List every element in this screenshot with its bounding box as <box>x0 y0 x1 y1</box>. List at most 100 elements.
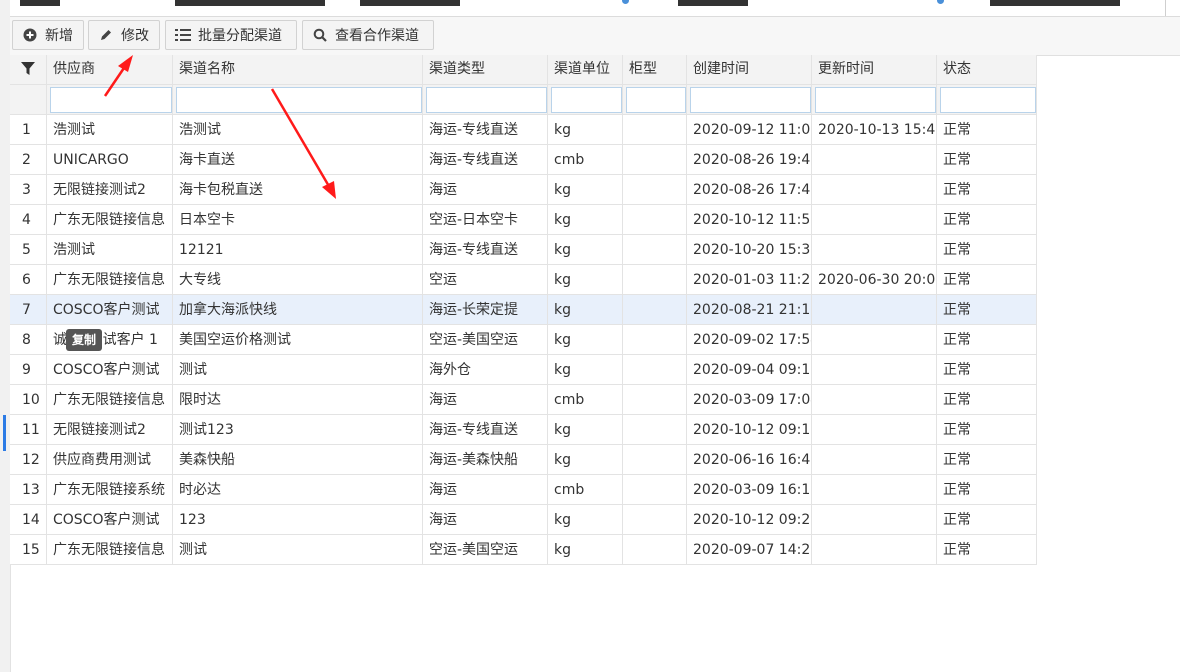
cell-channel-name[interactable]: 时必达 <box>173 475 423 505</box>
filter-toggle-cell[interactable] <box>10 55 47 85</box>
cell-channel-name[interactable]: 海卡包税直送 <box>173 175 423 205</box>
cell-status[interactable]: 正常 <box>937 235 1037 265</box>
table-row[interactable]: 13 广东无限链接系统 时必达 海运 cmb 2020-03-09 16:19 正常 <box>10 475 1038 505</box>
cell-container-type[interactable] <box>623 325 687 355</box>
cell-channel-name[interactable]: 测试 <box>173 535 423 565</box>
cell-status[interactable]: 正常 <box>937 145 1037 175</box>
cell-channel-name[interactable]: 海卡直送 <box>173 145 423 175</box>
cell-channel-unit[interactable]: cmb <box>548 385 623 415</box>
cell-channel-type[interactable]: 空运 <box>423 265 548 295</box>
filter-input-updated-time[interactable] <box>815 87 936 113</box>
cell-channel-name[interactable]: 测试 <box>173 355 423 385</box>
filter-input-created-time[interactable] <box>690 87 811 113</box>
cell-channel-type[interactable]: 海运 <box>423 505 548 535</box>
cell-channel-name[interactable]: 日本空卡 <box>173 205 423 235</box>
table-row[interactable]: 10 广东无限链接信息 限时达 海运 cmb 2020-03-09 17:04 正常 <box>10 385 1038 415</box>
cell-updated-time[interactable] <box>812 175 937 205</box>
table-row[interactable]: 14 COSCO客户测试 123 海运 kg 2020-10-12 09:25 正常 <box>10 505 1038 535</box>
cell-supplier[interactable]: 浩测试 <box>47 115 173 145</box>
table-row[interactable]: 2 UNICARGO 海卡直送 海运-专线直送 cmb 2020-08-26 19:49 正… <box>10 145 1038 175</box>
table-row[interactable]: 11 无限链接测试2 测试123 海运-专线直送 kg 2020-10-12 09:13 正… <box>10 415 1038 445</box>
cell-created-time[interactable]: 2020-10-20 15:33 <box>687 235 812 265</box>
table-row[interactable]: 15 广东无限链接信息 测试 空运-美国空运 kg 2020-09-07 14:27 正常 <box>10 535 1038 565</box>
cell-created-time[interactable]: 2020-10-12 09:13 <box>687 415 812 445</box>
cell-status[interactable]: 正常 <box>937 445 1037 475</box>
cell-channel-type[interactable]: 海运-专线直送 <box>423 235 548 265</box>
cell-channel-type[interactable]: 海运-专线直送 <box>423 415 548 445</box>
cell-status[interactable]: 正常 <box>937 325 1037 355</box>
table-row[interactable]: 6 广东无限链接信息 大专线 空运 kg 2020-01-03 11:20 2020-06-… <box>10 265 1038 295</box>
cell-updated-time[interactable]: 2020-10-13 15:42 <box>812 115 937 145</box>
cell-channel-unit[interactable]: kg <box>548 415 623 445</box>
column-header-container-type[interactable]: 柜型 <box>623 55 687 85</box>
cell-supplier[interactable]: COSCO客户测试 <box>47 295 173 325</box>
cell-created-time[interactable]: 2020-10-12 09:25 <box>687 505 812 535</box>
cell-channel-unit[interactable]: kg <box>548 175 623 205</box>
cell-container-type[interactable] <box>623 505 687 535</box>
cell-channel-type[interactable]: 海运 <box>423 475 548 505</box>
cell-container-type[interactable] <box>623 175 687 205</box>
cell-status[interactable]: 正常 <box>937 175 1037 205</box>
column-header-created-time[interactable]: 创建时间 <box>687 55 812 85</box>
cell-channel-unit[interactable]: kg <box>548 115 623 145</box>
cell-channel-type[interactable]: 海外仓 <box>423 355 548 385</box>
cell-created-time[interactable]: 2020-01-03 11:20 <box>687 265 812 295</box>
cell-supplier[interactable]: 无限链接测试2 <box>47 175 173 205</box>
cell-status[interactable]: 正常 <box>937 385 1037 415</box>
column-header-channel-type[interactable]: 渠道类型 <box>423 55 548 85</box>
cell-channel-name[interactable]: 浩测试 <box>173 115 423 145</box>
column-header-channel-name[interactable]: 渠道名称 <box>173 55 423 85</box>
column-header-supplier[interactable]: 供应商 <box>47 55 173 85</box>
cell-channel-name[interactable]: 测试123 <box>173 415 423 445</box>
cell-container-type[interactable] <box>623 355 687 385</box>
cell-supplier[interactable]: 广东无限链接信息 <box>47 385 173 415</box>
cell-created-time[interactable]: 2020-06-16 16:46 <box>687 445 812 475</box>
cell-updated-time[interactable] <box>812 205 937 235</box>
cell-status[interactable]: 正常 <box>937 205 1037 235</box>
cell-channel-unit[interactable]: cmb <box>548 145 623 175</box>
table-row[interactable]: 5 浩测试 12121 海运-专线直送 kg 2020-10-20 15:33 正常 <box>10 235 1038 265</box>
cell-supplier[interactable]: 供应商费用测试 <box>47 445 173 475</box>
cell-updated-time[interactable] <box>812 475 937 505</box>
cell-channel-unit[interactable]: kg <box>548 235 623 265</box>
cell-container-type[interactable] <box>623 115 687 145</box>
cell-channel-unit[interactable]: kg <box>548 325 623 355</box>
table-row[interactable]: 9 COSCO客户测试 测试 海外仓 kg 2020-09-04 09:17 正常 <box>10 355 1038 385</box>
cell-updated-time[interactable] <box>812 505 937 535</box>
cell-supplier[interactable]: UNICARGO <box>47 145 173 175</box>
cell-updated-time[interactable] <box>812 355 937 385</box>
edit-button[interactable]: 修改 <box>88 20 160 50</box>
cell-created-time[interactable]: 2020-10-12 11:57 <box>687 205 812 235</box>
cell-channel-name[interactable]: 12121 <box>173 235 423 265</box>
cell-created-time[interactable]: 2020-09-04 09:17 <box>687 355 812 385</box>
table-row[interactable]: 4 广东无限链接信息 日本空卡 空运-日本空卡 kg 2020-10-12 11:57 正常 <box>10 205 1038 235</box>
cell-status[interactable]: 正常 <box>937 505 1037 535</box>
cell-channel-type[interactable]: 海运-专线直送 <box>423 145 548 175</box>
cell-channel-unit[interactable]: kg <box>548 355 623 385</box>
table-row[interactable]: 8诚 试客户 1 美国空运价格测试 空运-美国空运 kg 2020-09-02 17:5… <box>10 325 1038 355</box>
cell-channel-name[interactable]: 123 <box>173 505 423 535</box>
cell-created-time[interactable]: 2020-09-12 11:03 <box>687 115 812 145</box>
cell-channel-type[interactable]: 海运-专线直送 <box>423 115 548 145</box>
cell-updated-time[interactable] <box>812 325 937 355</box>
cell-supplier[interactable]: COSCO客户测试 <box>47 505 173 535</box>
cell-status[interactable]: 正常 <box>937 355 1037 385</box>
cell-channel-type[interactable]: 空运-美国空运 <box>423 535 548 565</box>
cell-supplier[interactable]: 广东无限链接系统 <box>47 475 173 505</box>
cell-supplier[interactable]: 广东无限链接信息 <box>47 265 173 295</box>
cell-status[interactable]: 正常 <box>937 535 1037 565</box>
cell-container-type[interactable] <box>623 445 687 475</box>
cell-updated-time[interactable] <box>812 445 937 475</box>
cell-container-type[interactable] <box>623 235 687 265</box>
cell-container-type[interactable] <box>623 265 687 295</box>
cell-updated-time[interactable] <box>812 145 937 175</box>
table-row[interactable]: 12 供应商费用测试 美森快船 海运-美森快船 kg 2020-06-16 16:46 正常 <box>10 445 1038 475</box>
cell-channel-name[interactable]: 美国空运价格测试 <box>173 325 423 355</box>
batch-assign-button[interactable]: 批量分配渠道 <box>165 20 297 50</box>
cell-status[interactable]: 正常 <box>937 265 1037 295</box>
filter-input-supplier[interactable] <box>50 87 172 113</box>
cell-channel-unit[interactable]: cmb <box>548 475 623 505</box>
cell-container-type[interactable] <box>623 385 687 415</box>
cell-created-time[interactable]: 2020-09-07 14:27 <box>687 535 812 565</box>
cell-channel-name[interactable]: 美森快船 <box>173 445 423 475</box>
